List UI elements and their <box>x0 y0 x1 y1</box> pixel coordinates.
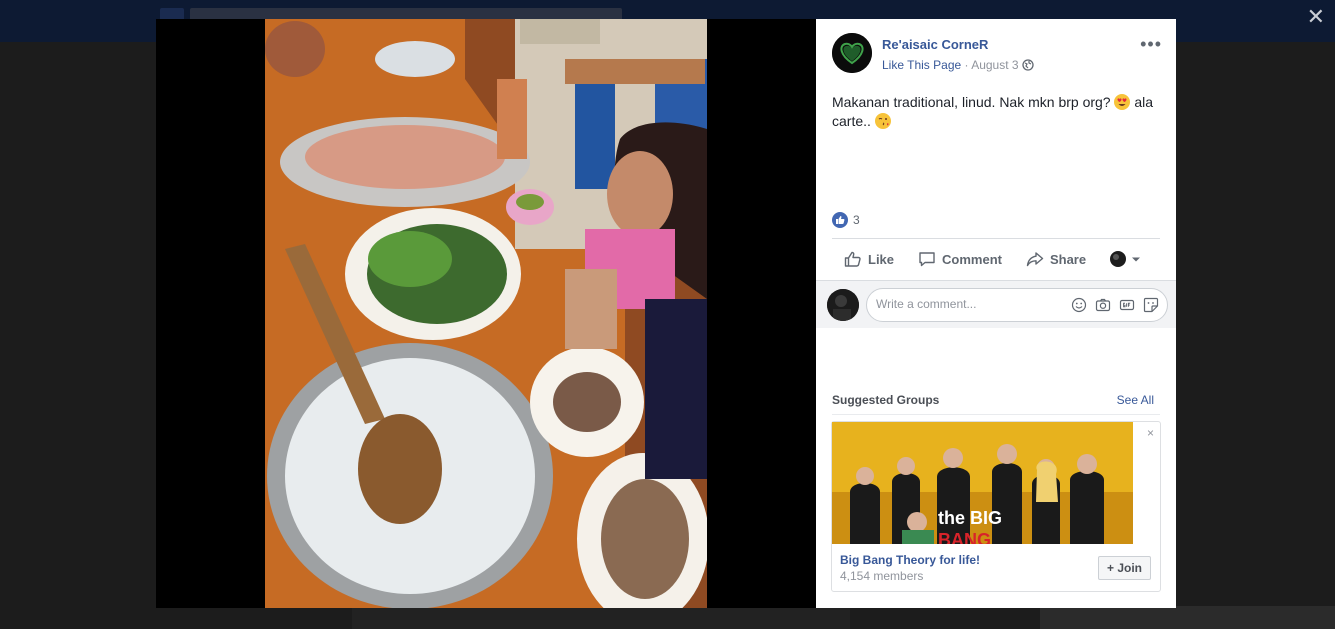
big-bang-logo-text-1: the BIG <box>938 508 1003 528</box>
join-group-button[interactable]: + Join <box>1097 556 1151 580</box>
comment-input-icons <box>1063 297 1159 313</box>
heart-eyes-emoji-icon <box>1114 94 1131 110</box>
background-post-panel <box>352 608 850 629</box>
like-reaction-icon <box>832 212 848 228</box>
page-avatar[interactable] <box>832 33 872 73</box>
food-photo-image <box>265 19 707 608</box>
group-name-link[interactable]: Big Bang Theory for life! <box>840 553 980 567</box>
post-as-selector[interactable] <box>1110 239 1150 279</box>
comment-button-label: Comment <box>942 251 1002 267</box>
post-details-panel: Re'aisaic CorneR Like This Page · August… <box>816 19 1176 608</box>
suggested-groups-title: Suggested Groups <box>832 393 940 407</box>
post-actions: Like Comment Share <box>832 239 1160 279</box>
post-text-part1: Makanan traditional, linud. Nak mkn brp … <box>832 94 1111 110</box>
see-all-link[interactable]: See All <box>1117 393 1154 407</box>
post-header: Re'aisaic CorneR Like This Page · August… <box>832 33 1162 77</box>
like-page-link[interactable]: Like This Page <box>882 58 961 72</box>
post-photo[interactable] <box>265 19 707 608</box>
like-button-label: Like <box>868 251 895 267</box>
comment-composer <box>816 280 1176 328</box>
post-options-icon[interactable]: ••• <box>1140 35 1162 53</box>
heart-logo-icon <box>832 33 872 73</box>
current-user-avatar[interactable] <box>827 289 859 321</box>
like-button[interactable]: Like <box>844 239 894 279</box>
emoji-picker-icon[interactable] <box>1071 297 1087 313</box>
sticker-icon[interactable] <box>1143 297 1159 313</box>
big-bang-logo-text-2: BANG <box>938 530 991 544</box>
reaction-count: 3 <box>853 213 860 227</box>
share-button-label: Share <box>1049 251 1087 267</box>
group-cover-image[interactable]: the BIG BANG <box>832 422 1133 544</box>
viewer-avatar-dropdown-icon <box>1110 251 1141 267</box>
group-member-count: 4,154 members <box>840 569 924 583</box>
photo-stage[interactable] <box>156 19 816 608</box>
close-viewer-button[interactable]: ✕ <box>1307 6 1325 28</box>
globe-icon <box>1022 59 1034 71</box>
share-arrow-icon <box>1026 252 1044 267</box>
comment-button[interactable]: Comment <box>918 239 1002 279</box>
suggested-group-card: the BIG BANG × Big Bang Theory for life!… <box>831 421 1161 592</box>
comment-input[interactable] <box>876 297 1061 311</box>
comment-bubble-icon <box>919 252 935 267</box>
reaction-summary[interactable]: 3 <box>832 211 860 229</box>
post-date[interactable]: August 3 <box>971 58 1018 72</box>
gif-icon[interactable] <box>1119 297 1135 313</box>
comment-input-box[interactable] <box>866 288 1168 322</box>
meta-separator: · <box>964 58 969 72</box>
kissing-face-emoji-icon <box>874 113 891 129</box>
camera-icon[interactable] <box>1095 297 1111 313</box>
suggested-groups-divider <box>832 414 1160 415</box>
thumbs-up-icon <box>844 251 861 267</box>
dismiss-group-icon[interactable]: × <box>1147 426 1154 440</box>
background-chat-bar <box>1040 606 1335 629</box>
share-button[interactable]: Share <box>1026 239 1086 279</box>
post-meta: Like This Page · August 3 <box>882 58 1034 72</box>
page-name-link[interactable]: Re'aisaic CorneR <box>882 37 988 52</box>
post-text: Makanan traditional, linud. Nak mkn brp … <box>832 93 1162 131</box>
